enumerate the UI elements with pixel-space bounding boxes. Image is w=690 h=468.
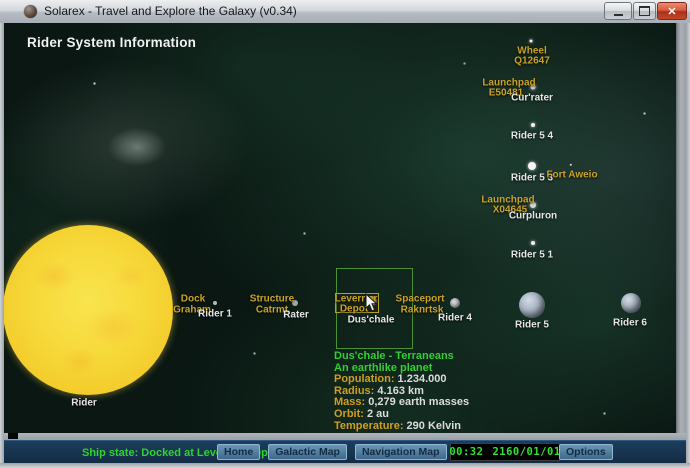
fort-aweio-label: Fort Aweio <box>546 170 597 181</box>
info-field: Temperature: 290 Kelvin <box>334 421 469 433</box>
maximize-icon <box>639 6 650 16</box>
launchpad-x04645-label: Curpluron <box>509 211 557 222</box>
page-title: Rider System Information <box>27 35 196 50</box>
clock-date: 2160/01/01 <box>492 446 560 458</box>
system-map-view[interactable]: Rider System Information Rider WheelQ126… <box>4 23 676 433</box>
mouse-cursor-icon <box>365 293 378 312</box>
clock-time: 00:32 <box>449 446 483 458</box>
dock-graham-dot[interactable] <box>213 301 217 305</box>
app-icon <box>24 5 37 18</box>
navigation-map-button[interactable]: Navigation Map <box>355 444 447 460</box>
leverrier-depot-duschale-label: Dus'chale <box>348 315 395 326</box>
status-bar: Ship state: Docked at Leverrier Depot Ho… <box>4 440 686 463</box>
rider-5-planet[interactable] <box>519 292 545 318</box>
rider-5-1-dot[interactable] <box>531 241 535 245</box>
rider-5-3-dot[interactable] <box>528 162 536 170</box>
close-icon: ✕ <box>667 5 676 18</box>
dock-graham-label: Dock <box>181 294 205 305</box>
spaceport-raknrtsk-rider-4-label: Rider 4 <box>438 313 472 324</box>
close-button[interactable]: ✕ <box>657 2 687 20</box>
rider-6-label: Rider 6 <box>613 318 647 329</box>
minimize-icon <box>614 11 623 16</box>
clock-display: 00:32 2160/01/01 <box>450 443 560 461</box>
galactic-map-button[interactable]: Galactic Map <box>268 444 347 460</box>
minimize-button[interactable] <box>604 2 632 20</box>
fort-aweio-dot[interactable] <box>570 164 572 166</box>
info-title: Dus'chale - Terraneans <box>334 351 469 363</box>
sun-label: Rider <box>71 398 97 409</box>
rider-5-4-dot[interactable] <box>531 123 535 127</box>
app-window: Solarex - Travel and Explore the Galaxy … <box>0 0 690 468</box>
info-panel: Dus'chale - Terraneans An earthlike plan… <box>334 351 469 432</box>
vertical-scrollbar[interactable] <box>676 23 686 433</box>
structure-catrmt-label: Structure <box>250 294 294 305</box>
dock-graham-label: Rider 1 <box>198 309 232 320</box>
rider-6-planet[interactable] <box>621 293 641 313</box>
home-button[interactable]: Home <box>217 444 260 460</box>
structure-catrmt-label: Rater <box>283 310 309 321</box>
scrollbar-corner <box>8 433 18 439</box>
window-controls: ✕ <box>603 2 687 21</box>
rider-5-label: Rider 5 <box>515 320 549 331</box>
leverrier-depot-duschale-label: Depot <box>340 304 368 315</box>
rider-5-1-label: Rider 5 1 <box>511 250 553 261</box>
horizontal-scrollbar[interactable] <box>4 433 686 440</box>
spaceport-raknrtsk-rider-4-planet[interactable] <box>450 298 460 308</box>
rider-5-4-label: Rider 5 4 <box>511 131 553 142</box>
sun-rider[interactable] <box>4 225 173 395</box>
options-button[interactable]: Options <box>559 444 613 460</box>
titlebar[interactable]: Solarex - Travel and Explore the Galaxy … <box>0 0 690 24</box>
launchpad-e50481-label: Cur'rater <box>511 93 553 104</box>
window-frame-right <box>686 23 690 468</box>
spaceport-raknrtsk-rider-4-label: Spaceport <box>396 294 445 305</box>
wheel-q12647-label: Q12647 <box>514 56 550 67</box>
background-stars <box>4 23 5 24</box>
maximize-button[interactable] <box>633 2 656 20</box>
spaceport-raknrtsk-rider-4-label: Raknrtsk <box>401 305 444 316</box>
wheel-q12647-dot[interactable] <box>530 40 533 43</box>
window-title: Solarex - Travel and Explore the Galaxy … <box>44 4 297 18</box>
